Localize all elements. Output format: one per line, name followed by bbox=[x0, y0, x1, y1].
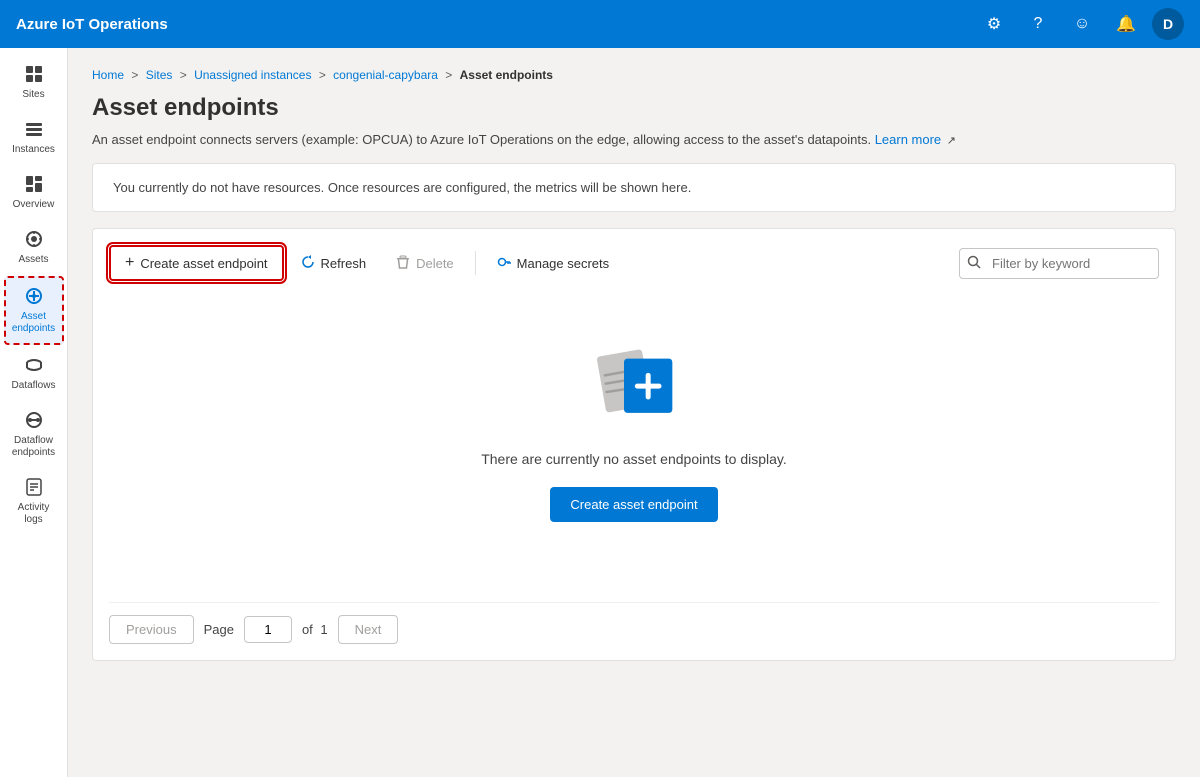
info-banner-text: You currently do not have resources. Onc… bbox=[113, 180, 691, 195]
sidebar-item-asset-endpoints[interactable]: Asset endpoints bbox=[4, 276, 64, 345]
refresh-icon bbox=[301, 255, 315, 272]
feedback-icon[interactable]: ☺ bbox=[1064, 6, 1100, 42]
breadcrumb-capybara[interactable]: congenial-capybara bbox=[333, 68, 438, 82]
main-card: + Create asset endpoint Refresh bbox=[92, 228, 1176, 661]
settings-icon[interactable]: ⚙ bbox=[976, 6, 1012, 42]
breadcrumb-home[interactable]: Home bbox=[92, 68, 124, 82]
main-content: Home > Sites > Unassigned instances > co… bbox=[68, 48, 1200, 777]
page-number-input[interactable] bbox=[244, 616, 292, 643]
sidebar-item-instances[interactable]: Instances bbox=[4, 111, 64, 164]
page-label: Page bbox=[204, 622, 234, 637]
top-nav: Azure IoT Operations ⚙ ? ☺ 🔔 D bbox=[0, 0, 1200, 48]
app-title: Azure IoT Operations bbox=[16, 16, 976, 33]
next-button[interactable]: Next bbox=[338, 615, 399, 644]
dataflows-label: Dataflows bbox=[12, 380, 56, 392]
breadcrumb-instances[interactable]: Unassigned instances bbox=[194, 68, 311, 82]
page-title: Asset endpoints bbox=[92, 94, 1176, 122]
activity-logs-icon bbox=[24, 477, 44, 500]
breadcrumb-sep-3: > bbox=[319, 68, 329, 82]
empty-state-illustration bbox=[584, 337, 684, 427]
asset-endpoints-label: Asset endpoints bbox=[10, 311, 58, 335]
filter-wrap bbox=[959, 248, 1159, 279]
instances-label: Instances bbox=[12, 144, 55, 156]
assets-label: Assets bbox=[18, 254, 48, 266]
asset-endpoints-icon bbox=[24, 286, 44, 309]
dataflow-endpoints-label: Dataflow endpoints bbox=[8, 435, 60, 459]
learn-more-link[interactable]: Learn more bbox=[875, 132, 941, 147]
create-asset-endpoint-button[interactable]: + Create asset endpoint bbox=[109, 245, 284, 281]
manage-secrets-button[interactable]: Manage secrets bbox=[484, 247, 623, 280]
dataflows-icon bbox=[24, 355, 44, 378]
user-avatar[interactable]: D bbox=[1152, 8, 1184, 40]
empty-create-button[interactable]: Create asset endpoint bbox=[550, 487, 717, 522]
refresh-button[interactable]: Refresh bbox=[288, 247, 380, 280]
breadcrumb: Home > Sites > Unassigned instances > co… bbox=[92, 68, 1176, 82]
breadcrumb-sites[interactable]: Sites bbox=[146, 68, 173, 82]
overview-icon bbox=[24, 174, 44, 197]
nav-icons: ⚙ ? ☺ 🔔 D bbox=[976, 6, 1184, 42]
sidebar-item-assets[interactable]: Assets bbox=[4, 221, 64, 274]
toolbar: + Create asset endpoint Refresh bbox=[109, 245, 1159, 281]
help-icon[interactable]: ? bbox=[1020, 6, 1056, 42]
main-layout: Sites Instances Overview bbox=[0, 48, 1200, 777]
dataflow-endpoints-icon bbox=[24, 410, 44, 433]
overview-label: Overview bbox=[13, 199, 55, 211]
sidebar-item-activity-logs[interactable]: Activity logs bbox=[4, 469, 64, 534]
filter-input[interactable] bbox=[959, 248, 1159, 279]
breadcrumb-current: Asset endpoints bbox=[460, 68, 553, 82]
key-icon bbox=[497, 255, 511, 272]
breadcrumb-sep-2: > bbox=[180, 68, 190, 82]
sites-label: Sites bbox=[22, 89, 44, 101]
assets-icon bbox=[24, 229, 44, 252]
breadcrumb-sep-1: > bbox=[131, 68, 141, 82]
total-pages: 1 bbox=[320, 622, 327, 637]
sidebar-item-dataflow-endpoints[interactable]: Dataflow endpoints bbox=[4, 402, 64, 467]
page-description: An asset endpoint connects servers (exam… bbox=[92, 132, 1176, 147]
plus-icon: + bbox=[125, 255, 134, 271]
notifications-icon[interactable]: 🔔 bbox=[1108, 6, 1144, 42]
sites-icon bbox=[24, 64, 44, 87]
empty-state-text: There are currently no asset endpoints t… bbox=[481, 451, 787, 467]
delete-button[interactable]: Delete bbox=[383, 247, 467, 280]
filter-search-icon bbox=[967, 255, 981, 272]
pagination: Previous Page of 1 Next bbox=[109, 602, 1159, 644]
previous-button[interactable]: Previous bbox=[109, 615, 194, 644]
toolbar-separator bbox=[475, 251, 476, 275]
page-of-label: of 1 bbox=[302, 622, 328, 637]
sidebar: Sites Instances Overview bbox=[0, 48, 68, 777]
info-banner: You currently do not have resources. Onc… bbox=[92, 163, 1176, 212]
sidebar-item-overview[interactable]: Overview bbox=[4, 166, 64, 219]
activity-logs-label: Activity logs bbox=[8, 502, 60, 526]
sidebar-item-sites[interactable]: Sites bbox=[4, 56, 64, 109]
sidebar-item-dataflows[interactable]: Dataflows bbox=[4, 347, 64, 400]
breadcrumb-sep-4: > bbox=[445, 68, 455, 82]
empty-state: There are currently no asset endpoints t… bbox=[109, 297, 1159, 582]
delete-icon bbox=[396, 255, 410, 272]
instances-icon bbox=[24, 119, 44, 142]
external-link-icon: ↗ bbox=[947, 135, 956, 147]
